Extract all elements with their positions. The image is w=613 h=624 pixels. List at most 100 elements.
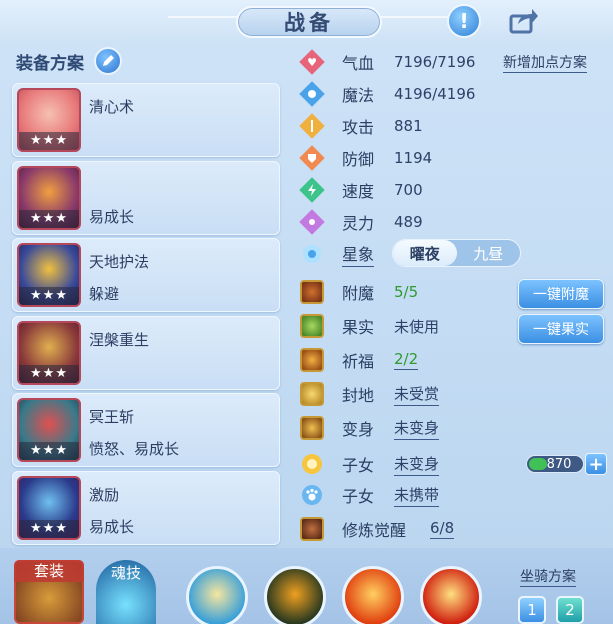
card-title: 涅槃重生 bbox=[89, 330, 150, 349]
currency-counter: 870 bbox=[526, 455, 584, 473]
stat-value: 489 bbox=[394, 213, 423, 231]
sword-icon bbox=[298, 112, 326, 140]
morph-icon bbox=[298, 414, 326, 442]
star-rating: ★★★ bbox=[19, 519, 79, 538]
bless-icon bbox=[298, 346, 326, 374]
equip-card[interactable]: ★★★ 涅槃重生 bbox=[12, 315, 280, 390]
row-value[interactable]: 未携带 bbox=[394, 484, 440, 507]
pencil-icon bbox=[103, 55, 114, 66]
star-toggle[interactable]: 曜夜 九昼 bbox=[392, 239, 521, 267]
exclamation-icon: ! bbox=[459, 9, 469, 33]
skill-slot-1[interactable] bbox=[186, 566, 248, 624]
row-value[interactable]: 2/2 bbox=[394, 350, 419, 370]
mount-plan-2-button[interactable]: 2 bbox=[556, 596, 584, 624]
awaken-icon bbox=[298, 515, 326, 543]
skill-thumbnail: ★★★ bbox=[17, 88, 81, 152]
card-title: 天地护法 bbox=[89, 253, 150, 271]
star-rating: ★★★ bbox=[19, 287, 79, 305]
row-value[interactable]: 未变身 bbox=[394, 453, 440, 476]
edit-plan-button[interactable] bbox=[94, 47, 122, 75]
skill-thumbnail: ★★★ bbox=[17, 165, 81, 230]
fief-icon bbox=[298, 380, 326, 408]
heart-icon: ♥ bbox=[298, 48, 326, 76]
star-sign-icon bbox=[298, 240, 326, 268]
stat-value: 7196/7196 bbox=[394, 53, 476, 71]
toggle-option-day[interactable]: 九昼 bbox=[457, 240, 521, 266]
equip-plan-header: 装备方案 bbox=[16, 47, 122, 75]
help-button[interactable]: ! bbox=[447, 4, 481, 38]
svg-text:♥: ♥ bbox=[307, 56, 317, 69]
skill-slot-4[interactable] bbox=[420, 566, 482, 624]
spirit-icon bbox=[298, 208, 326, 236]
stat-speed: 速度 700 bbox=[298, 176, 423, 204]
row-child-1: 子女 未变身 bbox=[298, 450, 440, 478]
row-label: 子女 bbox=[342, 456, 375, 475]
stat-mp: 魔法 4196/4196 bbox=[298, 80, 475, 108]
card-title: 清心术 bbox=[89, 98, 135, 116]
row-fief: 封地 未受赏 bbox=[298, 380, 440, 408]
stat-label: 气血 bbox=[342, 54, 375, 73]
equip-card[interactable]: ★★★ 天地护法 躲避 bbox=[12, 238, 280, 312]
skill-slot-3[interactable] bbox=[342, 566, 404, 624]
stat-label: 防御 bbox=[342, 150, 375, 169]
soul-skill-label: 魂技 bbox=[110, 564, 141, 582]
share-icon bbox=[509, 9, 538, 34]
stat-defense: 防御 1194 bbox=[298, 144, 432, 172]
stat-value: 881 bbox=[394, 117, 423, 135]
stat-attack: 攻击 881 bbox=[298, 112, 423, 140]
equip-card[interactable]: ★★★ 清心术 bbox=[12, 83, 280, 157]
equip-card[interactable]: ★★★ 激励 易成长 bbox=[12, 470, 280, 545]
equip-plan-title: 装备方案 bbox=[16, 53, 84, 74]
skill-slot-2[interactable] bbox=[264, 566, 326, 624]
row-value: 未使用 bbox=[394, 317, 440, 336]
stat-label: 速度 bbox=[342, 182, 375, 201]
skill-thumbnail: ★★★ bbox=[17, 320, 81, 385]
row-label: 附魔 bbox=[342, 284, 375, 303]
toggle-option-night[interactable]: 曜夜 bbox=[393, 240, 457, 266]
fruit-icon bbox=[298, 312, 326, 340]
page-title: 战备 bbox=[236, 6, 382, 38]
suit-label: 套装 bbox=[14, 560, 84, 582]
share-button[interactable] bbox=[506, 4, 540, 38]
card-title: 激励 bbox=[89, 485, 120, 504]
stat-value: 700 bbox=[394, 181, 423, 199]
star-rating: ★★★ bbox=[19, 209, 79, 228]
row-value[interactable]: 6/8 bbox=[430, 519, 455, 539]
equip-card[interactable]: ★★★ 冥王斩 愤怒、易成长 bbox=[12, 393, 280, 467]
enchant-icon bbox=[298, 278, 326, 306]
title-ornament-left bbox=[168, 16, 238, 18]
row-label: 修炼觉醒 bbox=[342, 521, 407, 540]
top-bar: 战备 ! bbox=[0, 0, 613, 44]
card-subtitle: 躲避 bbox=[89, 285, 120, 303]
mount-plan-label[interactable]: 坐骑方案 bbox=[520, 566, 576, 587]
row-label: 子女 bbox=[342, 487, 375, 506]
stat-spirit: 灵力 489 bbox=[298, 208, 423, 236]
row-label: 祈福 bbox=[342, 352, 375, 371]
row-label: 变身 bbox=[342, 420, 375, 439]
row-enchant: 附魔 5/5 bbox=[298, 278, 418, 306]
stat-hp: ♥ 气血 7196/7196 bbox=[298, 48, 475, 76]
one-click-enchant-button[interactable]: 一键附魔 bbox=[518, 279, 604, 309]
add-points-plan-link[interactable]: 新增加点方案 bbox=[503, 52, 587, 73]
card-subtitle: 愤怒、易成长 bbox=[89, 440, 180, 458]
mount-plan-1-button[interactable]: 1 bbox=[518, 596, 546, 624]
stat-label: 魔法 bbox=[342, 86, 375, 105]
star-rating: ★★★ bbox=[19, 132, 79, 150]
row-value[interactable]: 未受赏 bbox=[394, 383, 440, 406]
add-currency-button[interactable]: + bbox=[585, 453, 607, 475]
skill-thumbnail: ★★★ bbox=[17, 475, 81, 540]
star-rating: ★★★ bbox=[19, 364, 79, 383]
equip-card[interactable]: ★★★ 易成长 bbox=[12, 160, 280, 235]
row-morph: 变身 未变身 bbox=[298, 414, 440, 442]
skill-thumbnail: ★★★ bbox=[17, 243, 81, 307]
paw-icon bbox=[298, 481, 326, 509]
row-value: 5/5 bbox=[394, 283, 419, 301]
equip-card-list: ★★★ 清心术 ★★★ 易成长 ★★★ 天地护法 躲避 ★★★ 涅槃重生 ★★★… bbox=[12, 83, 280, 548]
stat-value: 4196/4196 bbox=[394, 85, 476, 103]
stat-label[interactable]: 星象 bbox=[342, 241, 375, 267]
mana-icon bbox=[298, 80, 326, 108]
one-click-fruit-button[interactable]: 一键果实 bbox=[518, 314, 604, 344]
row-bless: 祈福 2/2 bbox=[298, 346, 419, 374]
row-value[interactable]: 未变身 bbox=[394, 417, 440, 440]
title-ornament-right bbox=[380, 16, 450, 18]
